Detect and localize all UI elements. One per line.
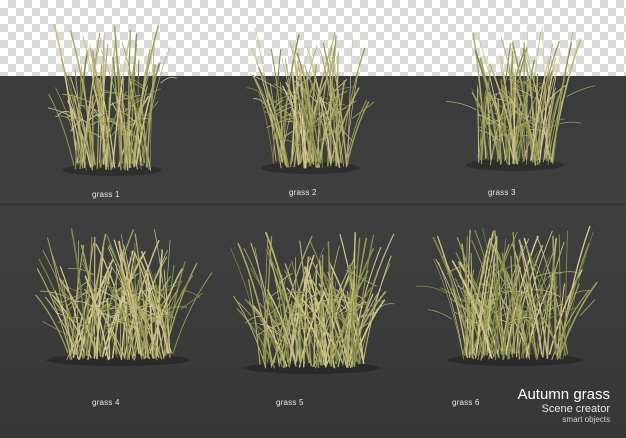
grass-2-label: grass 2: [289, 188, 317, 197]
grass-clump-6: [416, 225, 598, 366]
grass-clump-3: [445, 24, 596, 171]
grass-6-label: grass 6: [452, 398, 480, 407]
grass-illustrations: [35, 23, 598, 374]
grass-1-label: grass 1: [92, 190, 120, 199]
brand-subtitle: Scene creator: [541, 403, 610, 415]
grass-clump-1: [47, 23, 177, 176]
brand-tagline: smart objects: [562, 415, 610, 424]
brand-title: Autumn grass: [517, 386, 610, 403]
scene-canvas: grass 1 grass 2 grass 3 grass 4 grass 5 …: [0, 0, 626, 438]
grass-4-label: grass 4: [92, 398, 120, 407]
grass-5-label: grass 5: [276, 398, 304, 407]
grass-3-label: grass 3: [488, 188, 516, 197]
grass-clump-4: [35, 228, 213, 366]
grass-clump-5: [229, 231, 395, 374]
grass-clump-2: [246, 27, 375, 174]
